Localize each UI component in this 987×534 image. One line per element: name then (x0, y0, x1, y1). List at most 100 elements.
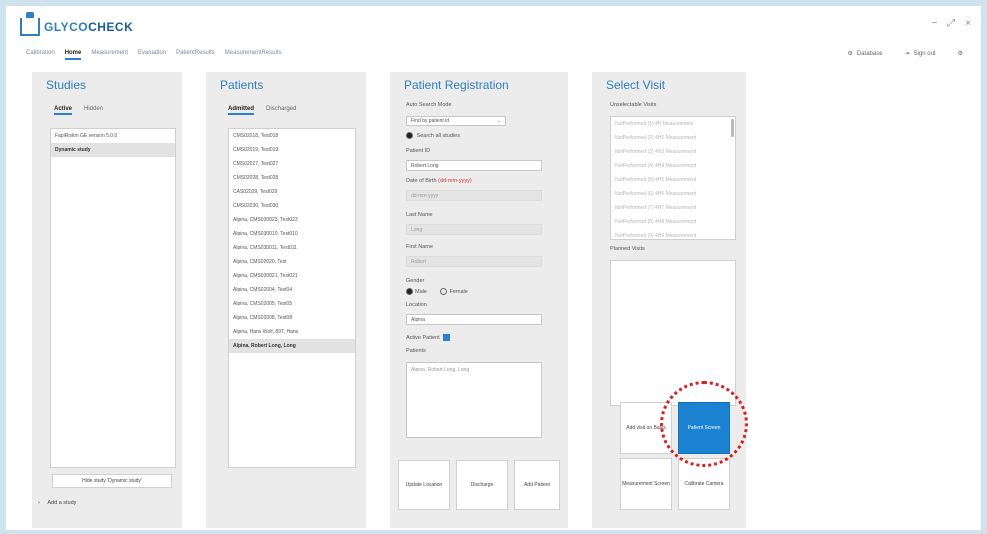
database-button[interactable]: ⚙ Database (847, 50, 883, 58)
list-item[interactable]: Alpina, CMS02005, Test05 (229, 297, 355, 311)
app-logo: GLYCOCHECK (20, 12, 134, 36)
studies-list: FapiRiskm GE version 5.0.0 Dynamic study (50, 128, 176, 468)
auto-search-label: Auto Search Mode (406, 102, 452, 108)
list-item[interactable]: CMS02027, Test027 (229, 157, 355, 171)
active-patient-checkbox[interactable] (443, 334, 451, 341)
auto-search-dropdown[interactable]: Find by patient id ⌄ (406, 116, 506, 126)
last-name-field[interactable]: Long (406, 224, 542, 235)
signout-button[interactable]: ⇥ Sign out (904, 50, 936, 58)
location-value: Alpina (411, 316, 425, 323)
gender-label: Gender (406, 278, 425, 284)
tab-hidden[interactable]: Hidden (84, 106, 103, 115)
list-item[interactable]: Alpina, CMS02004, Test04 (229, 283, 355, 297)
tab-measurement[interactable]: Measurement (91, 50, 128, 60)
tab-home[interactable]: Home (64, 50, 82, 60)
first-name-value: Robert (411, 258, 427, 265)
list-item: NotPerformed (4) 4H4 Measurement (615, 163, 697, 169)
list-scrollbar[interactable] (731, 119, 734, 137)
settings-icon[interactable]: ⚙ (958, 50, 963, 57)
patients-title: Patients (220, 78, 264, 92)
list-item[interactable]: CMS02030, Test030 (229, 199, 355, 213)
database-label: Database (856, 50, 883, 57)
search-all-label: Search all studies (416, 132, 460, 139)
visit-title: Select Visit (606, 78, 666, 92)
studies-tabs: Active Hidden (54, 106, 103, 115)
male-radio[interactable] (406, 288, 413, 295)
list-item: NotPerformed (5) 4H5 Measurement (615, 177, 697, 183)
list-item[interactable]: Alpina, CMS02008, Test08 (229, 311, 355, 325)
tab-patient-results[interactable]: PatientResults (176, 50, 215, 60)
close-icon[interactable]: × (965, 18, 971, 29)
list-item[interactable]: CMS02028, Test028 (229, 171, 355, 185)
patients-value: Alpina, Robert Long, Long (411, 367, 470, 373)
unselectable-label: Unselectable Visits (610, 102, 657, 108)
list-item[interactable]: Dynamic study (51, 143, 175, 157)
database-icon: ⚙ (847, 51, 853, 57)
discharge-button[interactable]: Discharge (456, 460, 508, 510)
patient-id-value: Robert Long (411, 162, 439, 169)
first-name-field[interactable]: Robert (406, 256, 542, 267)
patients-panel: Patients Admitted Discharged CMS02018, T… (206, 72, 366, 528)
highlight-ring (660, 381, 748, 467)
tab-discharged[interactable]: Discharged (266, 106, 296, 115)
list-item: NotPerformed (6) 4H6 Measurement (615, 191, 697, 197)
patients-list: CMS02018, Test018 CMS02019, Test019 CMS0… (228, 128, 356, 468)
tab-evaluation[interactable]: Evaluation (138, 50, 166, 60)
list-item[interactable]: Alpina, Hans Wolf, 897, Hans (229, 325, 355, 339)
search-all-row[interactable]: Search all studies (406, 132, 460, 139)
tab-calibration[interactable]: Calibration (26, 50, 55, 60)
list-item[interactable]: Alpina, CMS030010, Test010 (229, 227, 355, 241)
tab-measurement-results[interactable]: MeasurementResults (225, 50, 282, 60)
female-radio[interactable] (440, 288, 448, 295)
list-item[interactable]: Alpina, Robert Long, Long (229, 339, 355, 353)
hide-study-button[interactable]: Hide study 'Dynamic study' (52, 474, 172, 488)
maximize-icon[interactable]: ⤢ (947, 18, 955, 29)
list-item[interactable]: CMS02019, Test019 (229, 143, 355, 157)
list-item[interactable]: CAS02029, Test029 (229, 185, 355, 199)
tab-admitted[interactable]: Admitted (228, 106, 254, 115)
tab-active[interactable]: Active (54, 106, 73, 115)
list-item[interactable]: FapiRiskm GE version 5.0.0 (51, 129, 175, 143)
logo-suffix: CHECK (88, 20, 134, 34)
list-item[interactable]: Alpina, CMS02020, Test (229, 255, 355, 269)
patient-id-field[interactable]: Robert Long (406, 160, 542, 171)
location-field[interactable]: Alpina (406, 314, 542, 325)
add-patient-button[interactable]: Add Patient (514, 460, 560, 510)
registration-title: Patient Registration (404, 78, 509, 92)
gender-options: Male Female (406, 288, 468, 295)
list-item[interactable]: Alpina, CMS030021, Test021 (229, 269, 355, 283)
logo-icon (20, 12, 40, 36)
dob-hint: (dd-mm-yyyy) (438, 178, 472, 184)
list-item: NotPerformed (3) 4H3 Measurement (615, 149, 697, 155)
chevron-down-icon: ⌄ (496, 118, 501, 124)
location-label: Location (406, 302, 427, 308)
search-all-radio[interactable] (406, 132, 413, 139)
list-item: NotPerformed (9) 4H9 Measurement (615, 233, 697, 239)
gender-male-option[interactable]: Male (406, 288, 427, 295)
last-name-label: Last Name (406, 212, 433, 218)
signout-label: Sign out (913, 50, 936, 57)
studies-title: Studies (46, 78, 87, 92)
minimize-icon[interactable]: − (931, 18, 937, 29)
top-right-actions: ⚙ Database ⇥ Sign out ⚙ (847, 50, 963, 58)
list-item[interactable]: CMS02018, Test018 (229, 129, 355, 143)
first-name-label: First Name (406, 244, 433, 250)
dob-placeholder: dd-mm-yyyy (411, 192, 439, 199)
add-study-link[interactable]: › Add a study (38, 500, 76, 506)
patients-label: Patients (406, 348, 426, 354)
dob-field[interactable]: dd-mm-yyyy (406, 190, 542, 201)
active-patient-row: Active Patient (406, 334, 451, 341)
last-name-value: Long (411, 226, 423, 233)
signout-icon: ⇥ (904, 51, 910, 57)
patients-textarea[interactable]: Alpina, Robert Long, Long (406, 362, 542, 438)
list-item[interactable]: Alpina, CMS030023, Test023 (229, 213, 355, 227)
list-item[interactable]: Alpina, CMS030011, Test011 (229, 241, 355, 255)
logo-prefix: GLYCO (44, 20, 89, 34)
male-label: Male (415, 288, 427, 295)
auto-search-value: Find by patient id (411, 118, 450, 124)
update-location-button[interactable]: Update Location (398, 460, 450, 510)
gender-female-option[interactable]: Female (440, 288, 468, 295)
measurement-screen-button[interactable]: Measurement Screen (620, 458, 672, 510)
patient-id-label: Patient ID (406, 148, 431, 154)
list-item: NotPerformed (8) 4H8 Measurement (615, 219, 697, 225)
